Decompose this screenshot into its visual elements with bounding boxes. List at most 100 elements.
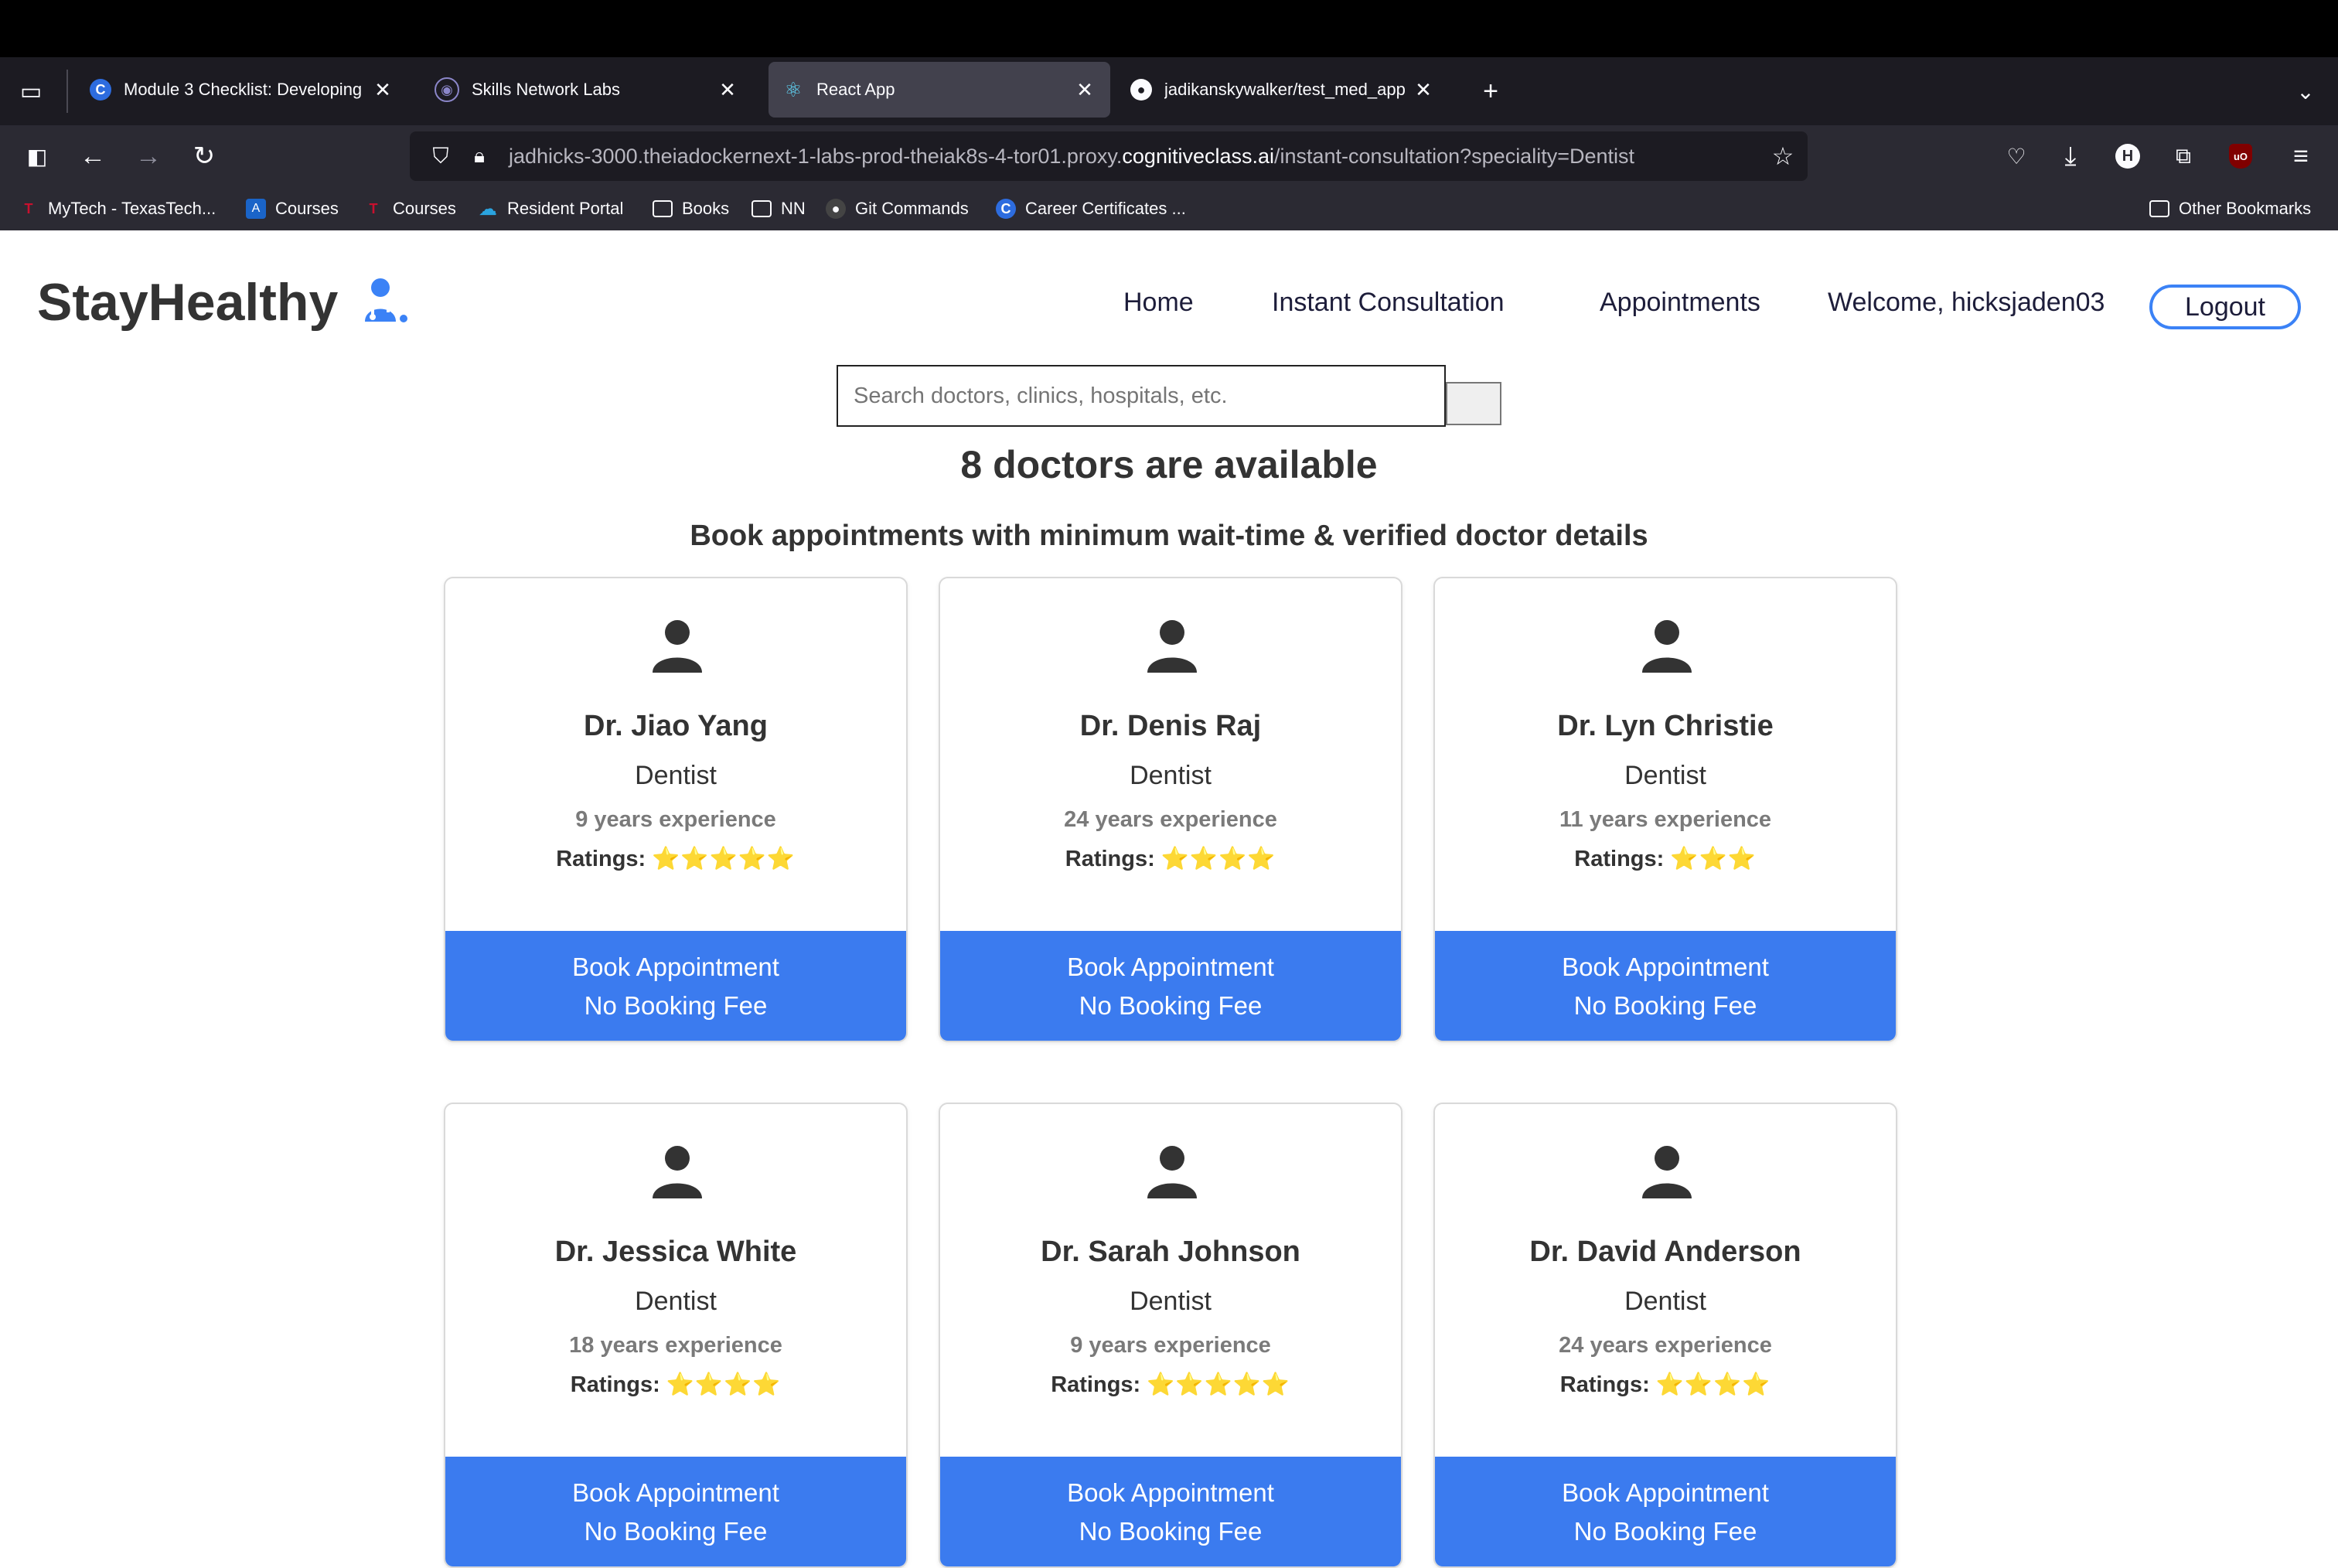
close-tab-icon[interactable]: ✕: [1412, 78, 1435, 102]
book-appointment-button[interactable]: Book Appointment No Booking Fee: [1435, 931, 1896, 1041]
ratings-label: Ratings:: [570, 1372, 660, 1397]
close-tab-icon[interactable]: ✕: [1073, 78, 1096, 102]
book-appointment-label: Book Appointment: [1067, 953, 1274, 981]
ublock-icon[interactable]: uO: [2222, 138, 2259, 175]
reload-icon[interactable]: ↻: [186, 138, 223, 175]
extensions-icon[interactable]: ⧉: [2165, 138, 2202, 175]
bookmark-label: Courses: [275, 199, 339, 218]
forward-icon[interactable]: →: [130, 138, 167, 175]
folder-icon: [2149, 200, 2169, 217]
book-appointment-button[interactable]: Book Appointment No Booking Fee: [445, 1457, 906, 1566]
doctor-speciality: Dentist: [1130, 1287, 1212, 1316]
ublock-label: uO: [2229, 144, 2252, 169]
doctor-card: Dr. Sarah Johnson Dentist 9 years experi…: [939, 1103, 1402, 1568]
tab-github-repo[interactable]: ● jadikanskywalker/test_med_app ✕: [1116, 62, 1449, 118]
menu-icon[interactable]: ≡: [2282, 138, 2319, 175]
rating-stars: ⭐⭐⭐: [1670, 847, 1757, 871]
ratings-label: Ratings:: [1574, 847, 1665, 871]
coursera-icon: C: [90, 79, 111, 101]
rating-stars: ⭐⭐⭐⭐⭐: [652, 847, 796, 871]
book-appointment-button[interactable]: Book Appointment No Booking Fee: [940, 1457, 1401, 1566]
react-icon: ⚛: [784, 77, 803, 101]
doctor-card: Dr. David Anderson Dentist 24 years expe…: [1433, 1103, 1897, 1568]
lock-icon[interactable]: 🔒︎: [461, 138, 498, 175]
tab-title: Skills Network Labs: [472, 80, 620, 99]
downloads-icon[interactable]: ⤓: [2052, 138, 2089, 175]
ratings-label: Ratings:: [1051, 1372, 1141, 1397]
book-appointment-button[interactable]: Book Appointment No Booking Fee: [445, 931, 906, 1041]
tab-react-app[interactable]: ⚛ React App ✕: [769, 62, 1110, 118]
logout-button[interactable]: Logout: [2149, 285, 2301, 329]
profile-initial: H: [2115, 144, 2140, 169]
tab-module-checklist[interactable]: C Module 3 Checklist: Developing ✕: [76, 62, 408, 118]
back-icon[interactable]: ←: [74, 138, 111, 175]
doctor-ratings: Ratings: ⭐⭐⭐⭐: [940, 846, 1401, 872]
tab-title: jadikanskywalker/test_med_app: [1164, 80, 1406, 99]
book-appointment-label: Book Appointment: [1562, 953, 1769, 981]
close-tab-icon[interactable]: ✕: [716, 78, 739, 102]
doctor-ratings: Ratings: ⭐⭐⭐⭐: [445, 1372, 906, 1398]
doctor-card: Dr. Jiao Yang Dentist 9 years experience…: [444, 577, 908, 1042]
bookmark-nn[interactable]: NN: [752, 187, 806, 230]
doctor-experience: 9 years experience: [575, 807, 776, 832]
close-tab-icon[interactable]: ✕: [371, 78, 394, 102]
site-logo[interactable]: StayHealthy: [37, 272, 410, 332]
system-menu-bar: [0, 0, 2338, 57]
bookmark-books[interactable]: Books: [653, 187, 729, 230]
other-bookmarks[interactable]: Other Bookmarks: [2149, 187, 2311, 230]
no-booking-fee-label: No Booking Fee: [1573, 991, 1757, 1020]
bookmarks-bar: T MyTech - TexasTech... A Courses T Courses…: [0, 187, 2338, 230]
new-tab-icon[interactable]: +: [1472, 73, 1509, 110]
search-button[interactable]: [1446, 382, 1501, 425]
book-appointment-button[interactable]: Book Appointment No Booking Fee: [940, 931, 1401, 1041]
bookmark-courses-2[interactable]: T Courses: [363, 187, 456, 230]
doctor-experience: 18 years experience: [569, 1333, 782, 1358]
bookmark-courses-1[interactable]: A Courses: [246, 187, 339, 230]
bookmark-label: NN: [781, 199, 806, 218]
doctor-ratings: Ratings: ⭐⭐⭐⭐⭐: [940, 1372, 1401, 1398]
rating-stars: ⭐⭐⭐⭐: [1655, 1372, 1771, 1397]
other-bookmarks-label: Other Bookmarks: [2179, 199, 2312, 218]
address-bar[interactable]: ⛉ 🔒︎ jadhicks-3000.theiadockernext-1-lab…: [410, 131, 1808, 181]
book-appointment-label: Book Appointment: [572, 953, 779, 981]
rating-stars: ⭐⭐⭐⭐⭐: [1147, 1372, 1290, 1397]
tab-skills-network[interactable]: ◉ Skills Network Labs ✕: [421, 62, 753, 118]
bookmark-resident-portal[interactable]: ☁ Resident Portal: [478, 187, 623, 230]
rating-stars: ⭐⭐⭐⭐: [1160, 847, 1276, 871]
book-appointment-label: Book Appointment: [1067, 1478, 1274, 1507]
bookmark-mytech[interactable]: T MyTech - TexasTech...: [19, 187, 216, 230]
doctor-avatar-icon: [653, 620, 702, 673]
doctor-speciality: Dentist: [1130, 761, 1212, 790]
book-appointment-button[interactable]: Book Appointment No Booking Fee: [1435, 1457, 1896, 1566]
nav-home[interactable]: Home: [1123, 288, 1194, 318]
nav-appointments[interactable]: Appointments: [1600, 288, 1760, 318]
url-prefix: jadhicks-3000.theiadockernext-1-labs-pro…: [509, 145, 1123, 168]
texas-tech-icon: T: [369, 200, 378, 216]
sidebar-icon[interactable]: ◧: [19, 138, 56, 175]
browser-tab-strip: ▭ C Module 3 Checklist: Developing ✕ ◉ S…: [0, 57, 2338, 125]
ratings-label: Ratings:: [1559, 1372, 1650, 1397]
folder-icon: [653, 200, 673, 217]
no-booking-fee-label: No Booking Fee: [584, 991, 768, 1020]
doctor-experience: 24 years experience: [1064, 807, 1277, 832]
skills-network-icon: ◉: [435, 77, 459, 102]
book-appointment-label: Book Appointment: [1562, 1478, 1769, 1507]
ratings-label: Ratings:: [556, 847, 646, 871]
rating-stars: ⭐⭐⭐⭐: [666, 1372, 782, 1397]
doctor-name: Dr. Jiao Yang: [584, 710, 768, 742]
list-all-tabs-icon[interactable]: ⌄: [2287, 73, 2324, 110]
profile-avatar[interactable]: H: [2109, 138, 2146, 175]
doctor-avatar-icon: [1147, 1146, 1197, 1198]
bookmark-career-certificates[interactable]: C Career Certificates ...: [996, 187, 1186, 230]
search-input[interactable]: [837, 365, 1446, 427]
url-domain: cognitiveclass.ai: [1122, 145, 1274, 168]
no-booking-fee-label: No Booking Fee: [1079, 991, 1263, 1020]
url-text[interactable]: jadhicks-3000.theiadockernext-1-labs-pro…: [509, 131, 1634, 181]
bookmark-git-commands[interactable]: ● Git Commands: [826, 187, 969, 230]
github-icon: ●: [826, 199, 846, 219]
bookmark-star-icon[interactable]: ☆: [1764, 138, 1801, 175]
firefox-view-icon[interactable]: ▭: [12, 73, 49, 110]
shield-icon[interactable]: ⛉: [422, 138, 459, 175]
nav-instant-consultation[interactable]: Instant Consultation: [1272, 288, 1505, 318]
pocket-icon[interactable]: ♡: [1998, 138, 2035, 175]
